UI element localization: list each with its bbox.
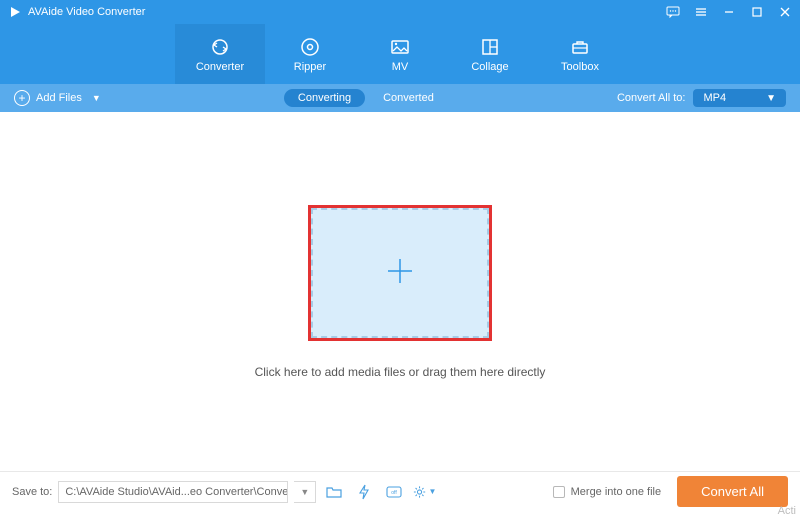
nav-label: Ripper	[294, 61, 326, 73]
add-media-dropzone[interactable]	[311, 208, 489, 338]
high-speed-icon[interactable]	[352, 481, 376, 503]
save-path-value: C:\AVAide Studio\AVAid...eo Converter\Co…	[65, 486, 288, 498]
nav-label: MV	[392, 61, 409, 73]
convert-all-to-label: Convert All to:	[617, 92, 685, 104]
save-path-dropdown[interactable]: ▼	[294, 481, 316, 503]
ripper-icon	[299, 36, 321, 58]
footer-bar: Save to: C:\AVAide Studio\AVAid...eo Con…	[0, 471, 800, 511]
merge-label: Merge into one file	[571, 486, 662, 498]
open-folder-button[interactable]	[322, 481, 346, 503]
toolbar: + Add Files ▼ Converting Converted Conve…	[0, 84, 800, 112]
checkbox-icon	[553, 486, 565, 498]
main-nav: Converter Ripper MV Collage Toolbox	[0, 24, 800, 84]
save-to-label: Save to:	[12, 486, 52, 498]
chevron-down-icon: ▼	[766, 93, 776, 104]
window-controls	[666, 5, 792, 19]
dropzone-hint: Click here to add media files or drag th…	[255, 365, 546, 379]
menu-icon[interactable]	[694, 5, 708, 19]
merge-checkbox[interactable]: Merge into one file	[553, 486, 662, 498]
nav-label: Collage	[471, 61, 508, 73]
save-path-field[interactable]: C:\AVAide Studio\AVAid...eo Converter\Co…	[58, 481, 288, 503]
tab-converting[interactable]: Converting	[284, 89, 365, 107]
nav-label: Toolbox	[561, 61, 599, 73]
gpu-accel-icon[interactable]: off	[382, 481, 406, 503]
minimize-button[interactable]	[722, 5, 736, 19]
nav-label: Converter	[196, 61, 244, 73]
title-bar: AVAide Video Converter	[0, 0, 800, 24]
feedback-icon[interactable]	[666, 5, 680, 19]
collage-icon	[479, 36, 501, 58]
nav-collage[interactable]: Collage	[445, 24, 535, 84]
close-button[interactable]	[778, 5, 792, 19]
nav-mv[interactable]: MV	[355, 24, 445, 84]
plus-circle-icon: +	[14, 90, 30, 106]
main-area: Click here to add media files or drag th…	[0, 112, 800, 472]
chevron-down-icon: ▼	[92, 93, 101, 103]
output-format-select[interactable]: MP4 ▼	[693, 89, 786, 107]
settings-button[interactable]: ▼	[412, 481, 436, 503]
maximize-button[interactable]	[750, 5, 764, 19]
add-files-button[interactable]: + Add Files ▼	[14, 90, 101, 106]
nav-toolbox[interactable]: Toolbox	[535, 24, 625, 84]
plus-icon	[380, 251, 420, 296]
chevron-down-icon: ▼	[428, 487, 436, 496]
nav-ripper[interactable]: Ripper	[265, 24, 355, 84]
format-value: MP4	[703, 92, 726, 104]
app-title: AVAide Video Converter	[28, 6, 145, 18]
converter-icon	[209, 36, 231, 58]
mv-icon	[389, 36, 411, 58]
watermark-text: Acti	[778, 505, 796, 517]
convert-all-button[interactable]: Convert All	[677, 476, 788, 507]
tab-converted[interactable]: Converted	[383, 92, 434, 104]
dropzone-highlight	[308, 205, 492, 341]
svg-text:off: off	[392, 490, 398, 496]
nav-converter[interactable]: Converter	[175, 24, 265, 84]
toolbox-icon	[569, 36, 591, 58]
add-files-label: Add Files	[36, 92, 82, 104]
app-logo-icon	[8, 5, 22, 19]
